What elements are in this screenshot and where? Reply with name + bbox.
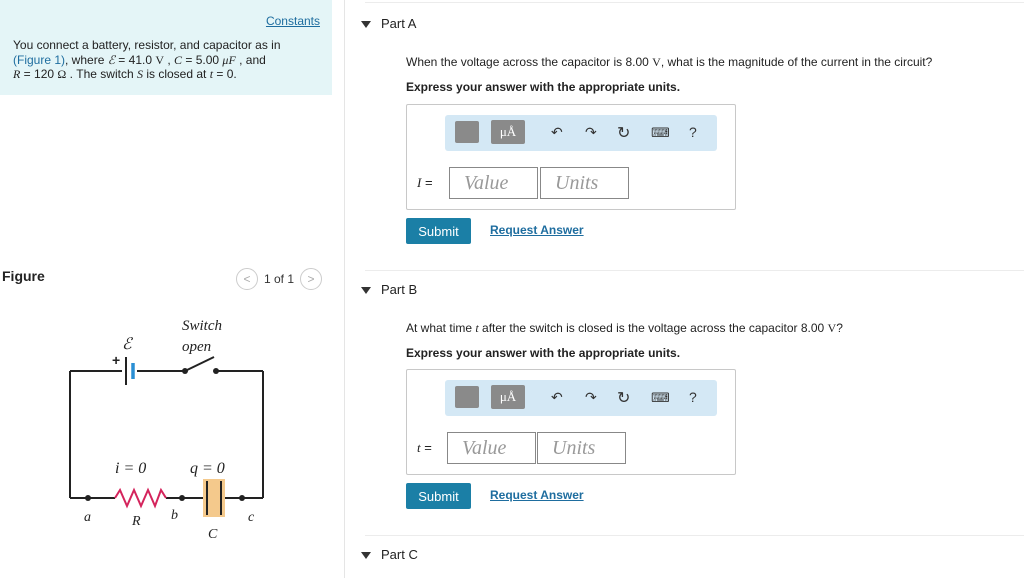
- part-a-question: When the voltage across the capacitor is…: [406, 55, 933, 69]
- capacitor-symbol: [203, 479, 225, 517]
- templates-icon[interactable]: [455, 386, 479, 408]
- part-c-header[interactable]: Part C: [361, 547, 418, 562]
- figure-count: 1 of 1: [264, 272, 295, 286]
- node-b-label: b: [171, 508, 178, 523]
- help-button[interactable]: ?: [689, 124, 697, 140]
- request-answer-link[interactable]: Request Answer: [490, 223, 584, 237]
- part-separator: [365, 535, 1024, 536]
- part-b-question: At what time t after the switch is close…: [406, 321, 843, 335]
- templates-icon[interactable]: [455, 121, 479, 143]
- figure-pager: < 1 of 1 >: [236, 268, 323, 290]
- figure-heading: Figure: [2, 268, 45, 284]
- value-input[interactable]: Value: [449, 167, 538, 199]
- collapse-triangle-icon[interactable]: [361, 552, 371, 559]
- collapse-triangle-icon[interactable]: [361, 21, 371, 28]
- part-a-header[interactable]: Part A: [361, 16, 416, 31]
- value-input[interactable]: Value: [447, 432, 536, 464]
- node-c: [239, 495, 245, 501]
- units-input[interactable]: Units: [537, 432, 626, 464]
- node-a: [85, 495, 91, 501]
- node-b: [179, 495, 185, 501]
- reset-icon[interactable]: ↻: [617, 388, 630, 408]
- part-separator: [365, 2, 1024, 3]
- units-button[interactable]: μÅ: [491, 120, 525, 144]
- units-button[interactable]: μÅ: [491, 385, 525, 409]
- resistor-symbol: [114, 487, 167, 509]
- answer-panel: Part A When the voltage across the capac…: [345, 0, 1024, 578]
- undo-icon[interactable]: ↶: [551, 389, 563, 406]
- submit-button[interactable]: Submit: [406, 218, 471, 244]
- help-button[interactable]: ?: [689, 389, 697, 405]
- part-b-answer-box: μÅ ↶ ↷ ↻ ⌨ ? t = Value Units: [406, 369, 736, 475]
- capacitor-label: C: [208, 527, 218, 542]
- battery-plus-label: +: [112, 352, 120, 368]
- current-label: i = 0: [115, 460, 146, 477]
- keyboard-icon[interactable]: ⌨: [651, 390, 670, 406]
- part-b-instruction: Express your answer with the appropriate…: [406, 346, 681, 360]
- request-answer-link[interactable]: Request Answer: [490, 488, 584, 502]
- problem-statement-box: Constants You connect a battery, resisto…: [0, 0, 332, 95]
- math-toolbar: μÅ ↶ ↷ ↻ ⌨ ?: [445, 115, 717, 151]
- redo-icon[interactable]: ↷: [585, 389, 597, 406]
- circuit-diagram: ℰ + Switch open i = 0 q = 0 a b c R C: [69, 318, 264, 542]
- redo-icon[interactable]: ↷: [585, 124, 597, 141]
- part-a-instruction: Express your answer with the appropriate…: [406, 80, 681, 94]
- node-c-label: c: [248, 510, 255, 525]
- switch-state-label: open: [182, 339, 211, 355]
- prev-figure-button[interactable]: <: [236, 268, 258, 290]
- switch-label: Switch: [182, 318, 222, 334]
- charge-label: q = 0: [190, 460, 225, 477]
- keyboard-icon[interactable]: ⌨: [651, 125, 670, 141]
- part-a-answer-box: μÅ ↶ ↷ ↻ ⌨ ? I = Value Units: [406, 104, 736, 210]
- emf-label: ℰ: [122, 336, 134, 353]
- next-figure-button[interactable]: >: [300, 268, 323, 290]
- collapse-triangle-icon[interactable]: [361, 287, 371, 294]
- problem-panel: Constants You connect a battery, resisto…: [0, 0, 344, 578]
- problem-text: You connect a battery, resistor, and cap…: [13, 38, 281, 81]
- math-toolbar: μÅ ↶ ↷ ↻ ⌨ ?: [445, 380, 717, 416]
- answer-variable-label: t =: [417, 440, 432, 455]
- node-a-label: a: [84, 510, 91, 525]
- figure-link[interactable]: (Figure 1): [13, 53, 65, 67]
- reset-icon[interactable]: ↻: [617, 123, 630, 143]
- undo-icon[interactable]: ↶: [551, 124, 563, 141]
- answer-variable-label: I =: [417, 175, 433, 190]
- battery-symbol: [125, 357, 135, 385]
- constants-link[interactable]: Constants: [266, 14, 320, 28]
- part-separator: [365, 270, 1024, 271]
- submit-button[interactable]: Submit: [406, 483, 471, 509]
- part-b-header[interactable]: Part B: [361, 282, 417, 297]
- resistor-label: R: [131, 514, 141, 529]
- switch-contact-right: [213, 368, 219, 374]
- units-input[interactable]: Units: [540, 167, 629, 199]
- switch-contact-left: [182, 368, 188, 374]
